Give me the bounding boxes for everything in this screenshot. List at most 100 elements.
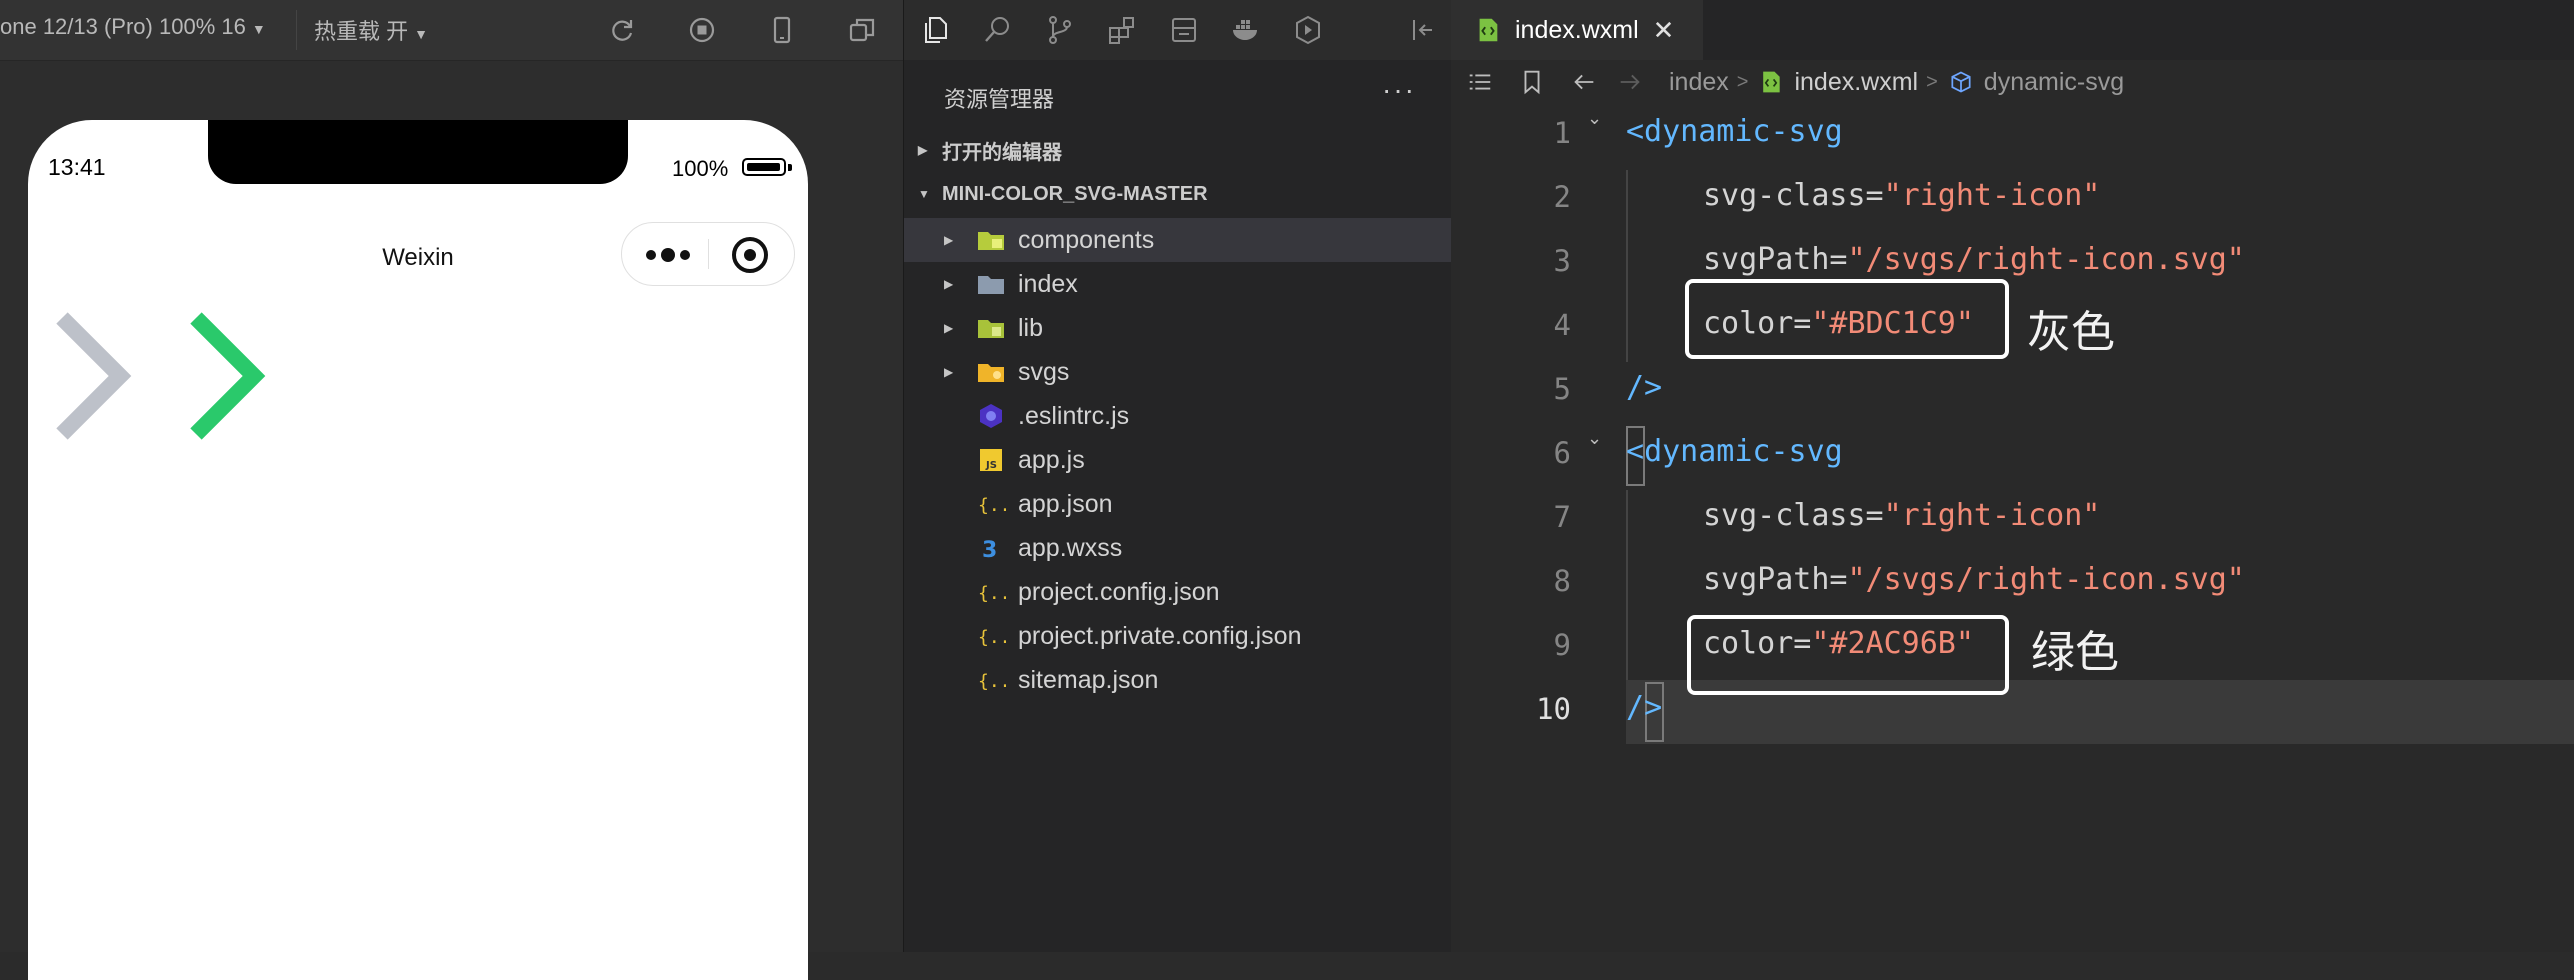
caret-right-icon: ▶ — [944, 365, 954, 379]
breadcrumb-folder[interactable]: index — [1669, 68, 1729, 97]
tree-item-label: project.private.config.json — [1018, 621, 1302, 650]
chevron-right-icon: > — [1736, 70, 1749, 93]
collapse-panel-icon[interactable] — [1404, 12, 1440, 48]
components-folder-icon — [976, 225, 1006, 255]
code-line-3[interactable]: svgPath="/svgs/right-icon.svg" — [1703, 242, 2245, 277]
battery-icon — [742, 158, 786, 176]
explorer-panel: 资源管理器 ··· ▶ 打开的编辑器 ▼ MINI-COLOR_SVG-MAST… — [903, 0, 1451, 952]
close-program-icon[interactable] — [732, 237, 768, 273]
activity-bar — [904, 0, 1451, 60]
caret-right-icon: ▶ — [944, 233, 954, 247]
more-menu-icon[interactable] — [646, 241, 706, 269]
wxml-file-icon — [1756, 67, 1786, 97]
tree-item-index[interactable]: ▶ index — [904, 262, 1451, 306]
tree-item-label: .eslintrc.js — [1018, 401, 1130, 430]
tree-item-label: sitemap.json — [1018, 665, 1159, 694]
code-line-5[interactable]: /> — [1626, 370, 1662, 405]
caret-down-icon: ▼ — [414, 26, 428, 42]
tree-item-project-private-config[interactable]: ▶ {..} project.private.config.json — [904, 614, 1451, 658]
tree-item-eslintrc[interactable]: ▶ .eslintrc.js — [904, 394, 1451, 438]
open-editors-section[interactable]: ▶ 打开的编辑器 — [904, 130, 1451, 170]
svg-text:JS: JS — [985, 460, 997, 471]
run-debug-icon[interactable] — [1290, 12, 1326, 48]
line-number: 4 — [1553, 308, 1571, 342]
fold-chevron-icon[interactable]: ⌄ — [1587, 108, 1602, 129]
line-number: 5 — [1553, 372, 1571, 406]
more-actions-icon[interactable]: ··· — [1382, 74, 1416, 106]
caret-down-icon: ▼ — [251, 21, 266, 37]
json-icon: {..} — [976, 621, 1006, 651]
caret-down-icon: ▼ — [918, 187, 930, 201]
storage-icon[interactable] — [1166, 12, 1202, 48]
tab-index-wxml[interactable]: index.wxml ✕ — [1451, 0, 1703, 60]
status-time: 13:41 — [48, 154, 106, 180]
detach-window-icon[interactable] — [844, 12, 880, 48]
code-line-1[interactable]: <dynamic-svg — [1626, 114, 1843, 149]
caret-right-icon: ▶ — [918, 143, 928, 157]
line-number: 8 — [1553, 564, 1571, 598]
tree-item-project-config[interactable]: ▶ {..} project.config.json — [904, 570, 1451, 614]
line-number: 3 — [1553, 244, 1571, 278]
code-line-8[interactable]: svgPath="/svgs/right-icon.svg" — [1703, 562, 2245, 597]
tree-item-label: index — [1018, 269, 1078, 298]
svg-text:{..}: {..} — [978, 583, 1006, 604]
tree-item-app-wxss[interactable]: ▶ 3 app.wxss — [904, 526, 1451, 570]
close-icon[interactable]: ✕ — [1653, 15, 1675, 46]
files-icon[interactable] — [918, 12, 954, 48]
line-number: 1 — [1553, 116, 1571, 150]
tree-item-lib[interactable]: ▶ lib — [904, 306, 1451, 350]
json-icon: {..} — [976, 665, 1006, 695]
extensions-icon[interactable] — [1104, 12, 1140, 48]
svg-text:{..}: {..} — [978, 671, 1006, 692]
line-number: 10 — [1536, 692, 1571, 726]
breadcrumb-symbol[interactable]: dynamic-svg — [1984, 68, 2124, 97]
code-line-7[interactable]: svg-class="right-icon" — [1703, 498, 2100, 533]
chevron-right-icon: > — [1926, 70, 1938, 93]
wxml-file-icon — [1473, 15, 1503, 45]
code-line-2[interactable]: svg-class="right-icon" — [1703, 178, 2100, 213]
lib-folder-icon — [976, 313, 1006, 343]
tree-item-sitemap[interactable]: ▶ {..} sitemap.json — [904, 658, 1451, 702]
phone-icon[interactable] — [764, 12, 800, 48]
back-arrow-icon[interactable] — [1569, 67, 1599, 97]
editor-panel: index.wxml ✕ index > index.wxml > dynami… — [1451, 0, 2574, 952]
refresh-icon[interactable] — [604, 12, 640, 48]
tree-item-app-js[interactable]: ▶ JS app.js — [904, 438, 1451, 482]
tree-item-components[interactable]: ▶ components — [904, 218, 1451, 262]
json-icon: {..} — [976, 577, 1006, 607]
battery-cap — [788, 164, 792, 171]
right-icon-green — [190, 312, 266, 440]
phone-notch — [208, 120, 628, 184]
simulator-panel: one 12/13 (Pro) 100% 16 ▼ 热重载 开 ▼ 13:41 10… — [0, 0, 903, 980]
tree-item-svgs[interactable]: ▶ svgs — [904, 350, 1451, 394]
js-icon: JS — [976, 445, 1006, 475]
code-line-4[interactable]: color="#BDC1C9" — [1703, 306, 1974, 341]
hot-reload-toggle[interactable]: 热重载 开 ▼ — [314, 14, 428, 46]
forward-arrow-icon[interactable] — [1615, 67, 1645, 97]
device-selector[interactable]: one 12/13 (Pro) 100% 16 ▼ — [0, 14, 266, 40]
tree-item-label: app.wxss — [1018, 533, 1123, 562]
toolbar-divider — [296, 10, 297, 50]
svgs-folder-icon — [976, 357, 1006, 387]
breadcrumb-file[interactable]: index.wxml — [1794, 68, 1918, 97]
tree-item-app-json[interactable]: ▶ {..} app.json — [904, 482, 1451, 526]
outline-list-icon[interactable] — [1465, 67, 1495, 97]
code-line-10[interactable]: /> — [1626, 690, 1662, 725]
tree-item-label: lib — [1018, 313, 1044, 342]
bookmark-icon[interactable] — [1517, 67, 1547, 97]
project-section[interactable]: ▼ MINI-COLOR_SVG-MASTER — [904, 174, 1451, 214]
annotation-gray: 灰色 — [2027, 307, 2115, 358]
svg-text:{..}: {..} — [978, 627, 1006, 648]
code-line-9[interactable]: color="#2AC96B" — [1703, 626, 1974, 661]
docker-icon[interactable] — [1228, 12, 1264, 48]
indent-guide — [1626, 170, 1628, 362]
source-control-icon[interactable] — [1042, 12, 1078, 48]
tree-item-label: components — [1018, 225, 1155, 254]
search-icon[interactable] — [980, 12, 1016, 48]
code-line-6[interactable]: <dynamic-svg — [1626, 434, 1843, 469]
line-number: 2 — [1553, 180, 1571, 214]
line-number: 6 — [1553, 436, 1571, 470]
device-label: one 12/13 (Pro) 100% 16 — [0, 14, 246, 39]
fold-chevron-icon[interactable]: ⌄ — [1587, 428, 1602, 449]
stop-icon[interactable] — [684, 12, 720, 48]
